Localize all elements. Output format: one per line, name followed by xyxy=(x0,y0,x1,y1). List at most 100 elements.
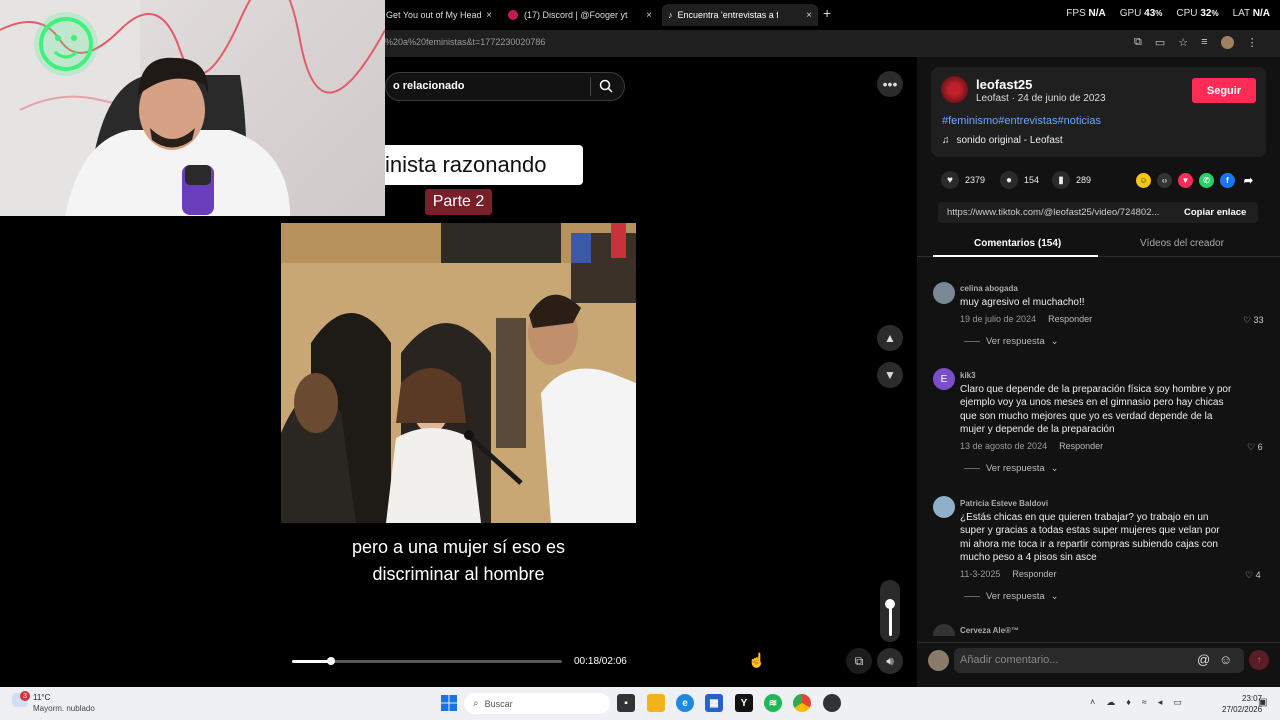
embed-icon[interactable]: ‹› xyxy=(1157,173,1172,188)
comment-like[interactable]: ♡ 33 xyxy=(1243,315,1264,326)
new-tab-button[interactable]: + xyxy=(823,5,831,21)
app-icon[interactable] xyxy=(823,694,841,712)
comment-like[interactable]: ♡ 6 xyxy=(1247,442,1263,453)
like-button[interactable]: ♥ 2379 xyxy=(941,171,985,189)
view-replies-button[interactable]: Ver respuesta ⌄ xyxy=(964,591,1059,602)
whatsapp-icon[interactable]: ✆ xyxy=(1199,173,1214,188)
clock-time: 23:07 xyxy=(1242,694,1263,703)
reply-button[interactable]: Responder xyxy=(1059,441,1103,451)
chrome-icon[interactable] xyxy=(793,694,811,712)
wifi-icon[interactable]: ≈ xyxy=(1142,697,1147,708)
notification-icon[interactable]: ▣ xyxy=(1258,697,1267,708)
edge-icon[interactable]: e xyxy=(676,694,694,712)
subtitle-line: discriminar al hombre xyxy=(372,564,545,584)
translate-icon[interactable]: ⧉ xyxy=(1134,36,1142,49)
search-divider xyxy=(590,77,591,96)
video-link[interactable]: https://www.tiktok.com/@leofast25/video/… xyxy=(947,207,1172,218)
app-y-icon[interactable]: Y xyxy=(735,694,753,712)
street-scene-image xyxy=(281,223,636,523)
follow-button[interactable]: Seguir xyxy=(1192,78,1256,103)
profile-avatar[interactable] xyxy=(1220,36,1234,49)
avatar[interactable] xyxy=(941,76,968,103)
close-icon[interactable]: × xyxy=(806,10,812,21)
emoji-icon[interactable]: ☺ xyxy=(1219,652,1232,667)
taskbar xyxy=(0,687,1280,720)
mention-icon[interactable]: @ xyxy=(1197,652,1210,667)
folder-icon[interactable] xyxy=(647,694,665,712)
comment-input[interactable]: Añadir comentario... @ ☺ xyxy=(954,648,1244,673)
volume-icon[interactable]: ◂ xyxy=(1158,697,1163,708)
close-icon[interactable]: × xyxy=(486,10,492,21)
comment-username[interactable]: celina abogada xyxy=(960,284,1018,293)
notification-badge: 3 xyxy=(20,691,30,701)
mic-icon[interactable]: ♦ xyxy=(1126,697,1131,708)
tab-music[interactable]: Get You out of My Head × xyxy=(380,4,498,26)
url-field[interactable]: %20a%20feministas&t=1772230020786 xyxy=(385,37,545,47)
hashtags[interactable]: #feminismo#entrevistas#noticias xyxy=(942,115,1101,127)
save-button[interactable]: ▮ 289 xyxy=(1052,171,1091,189)
windows-start-icon[interactable] xyxy=(440,694,458,712)
tab-comments[interactable]: Comentarios (154) xyxy=(974,238,1061,249)
chevron-up-icon[interactable]: ˄ xyxy=(1090,697,1095,708)
send-icon[interactable]: ▼ xyxy=(1178,173,1193,188)
view-replies-button[interactable]: Ver respuesta ⌄ xyxy=(964,336,1059,347)
comment-icon: ● xyxy=(1000,171,1018,189)
author-username[interactable]: leofast25 xyxy=(976,77,1032,92)
left-margin xyxy=(0,216,281,687)
tab-creator-videos[interactable]: Vídeos del creador xyxy=(1140,238,1224,249)
tab-discord[interactable]: (17) Discord | @Fooger yt × xyxy=(502,4,658,26)
star-icon[interactable]: ☆ xyxy=(1178,36,1188,49)
avatar[interactable]: E xyxy=(933,368,955,390)
tab-tiktok[interactable]: ♪ Encuentra 'entrevistas a fe × xyxy=(662,4,818,26)
share-icon[interactable]: ➦ xyxy=(1241,173,1256,188)
gpu-label: GPU xyxy=(1119,8,1142,19)
comment-username[interactable]: kik3 xyxy=(960,371,976,380)
facebook-icon[interactable]: f xyxy=(1220,173,1235,188)
menu-icon[interactable]: ⋮ xyxy=(1247,36,1258,49)
cloud-icon[interactable]: ☁ xyxy=(1106,697,1115,708)
search-icon[interactable] xyxy=(599,79,613,93)
volume-slider[interactable] xyxy=(880,580,900,642)
spotify-icon[interactable]: ≋ xyxy=(764,694,782,712)
comment-username[interactable]: Cerveza Ale®™ xyxy=(960,626,1019,635)
sound-row[interactable]: ♫ sonido original - Leofast xyxy=(942,135,1063,146)
playlist-icon[interactable]: ≡ xyxy=(1201,36,1207,49)
task-view-icon[interactable]: ▪ xyxy=(617,694,635,712)
send-comment-button[interactable]: ↑ xyxy=(1249,650,1269,670)
store-icon[interactable]: ▦ xyxy=(705,694,723,712)
video-title-overlay: inista razonando xyxy=(385,145,583,185)
progress-handle[interactable] xyxy=(326,657,335,665)
save-count: 289 xyxy=(1076,175,1092,185)
comment-count: 154 xyxy=(1024,175,1040,185)
more-options-button[interactable]: ••• xyxy=(877,71,903,97)
clock[interactable]: 23:07 27/02/2026 xyxy=(1222,693,1262,715)
repost-icon[interactable]: ☺ xyxy=(1136,173,1151,188)
gpu-value: 43 xyxy=(1144,8,1156,19)
comment-username[interactable]: Patricia Esteve Baldovi xyxy=(960,499,1048,508)
avatar[interactable] xyxy=(933,282,955,304)
taskbar-search[interactable]: ⌕ Buscar xyxy=(464,693,610,714)
cpu-value: 32 xyxy=(1200,8,1212,19)
chevron-up-icon[interactable]: ▲ xyxy=(877,325,903,351)
comment-text: ¿Estás chicas en que quieren trabajar? y… xyxy=(960,512,1220,564)
view-replies-button[interactable]: Ver respuesta ⌄ xyxy=(964,463,1059,474)
chevron-down-icon: ⌄ xyxy=(1050,591,1059,602)
avatar[interactable] xyxy=(933,496,955,518)
sound-label: sonido original - Leofast xyxy=(956,135,1063,146)
pip-icon[interactable]: ⧉ xyxy=(846,648,872,674)
chevron-down-icon[interactable]: ▼ xyxy=(877,362,903,388)
comment-meta: 19 de julio de 2024 Responder xyxy=(960,314,1092,324)
volume-handle[interactable] xyxy=(885,599,895,609)
discord-icon xyxy=(508,10,518,20)
music-note-icon: ♫ xyxy=(942,135,950,146)
cast-icon[interactable]: ▭ xyxy=(1155,36,1165,49)
comment-date: 19 de julio de 2024 xyxy=(960,314,1037,324)
reply-button[interactable]: Responder xyxy=(1012,569,1056,579)
volume-icon[interactable]: 🔊︎ xyxy=(877,648,903,674)
battery-icon[interactable]: ▭ xyxy=(1173,697,1182,708)
close-icon[interactable]: × xyxy=(646,10,652,21)
comment-button[interactable]: ● 154 xyxy=(1000,171,1039,189)
reply-button[interactable]: Responder xyxy=(1048,314,1092,324)
copy-link-button[interactable]: Copiar enlace xyxy=(1184,207,1246,218)
comment-like[interactable]: ♡ 4 xyxy=(1245,570,1261,581)
